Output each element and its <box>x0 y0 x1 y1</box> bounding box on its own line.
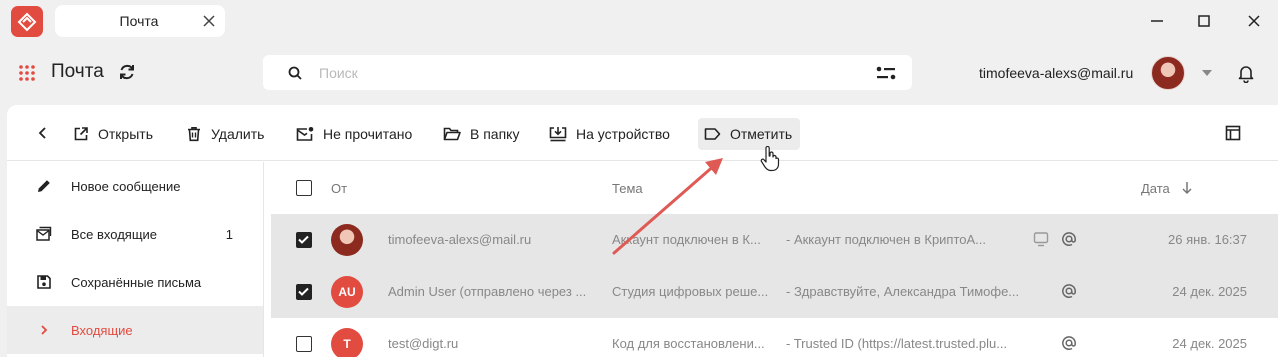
minimize-icon[interactable] <box>1145 9 1169 33</box>
at-sign-icon <box>1062 336 1076 350</box>
download-icon <box>549 127 567 142</box>
table-row[interactable]: T test@digt.ru Код для восстановлени... … <box>271 318 1278 357</box>
tag-icon <box>704 128 721 140</box>
mark-button[interactable]: Отметить <box>698 118 801 150</box>
preview: - Trusted ID (https://latest.trusted.plu… <box>786 336 1008 351</box>
chevron-down-icon[interactable] <box>1202 70 1212 76</box>
sender: Admin User (отправлено через ... <box>388 284 587 299</box>
close-tab-icon[interactable] <box>201 13 217 29</box>
sidebar-item-label: Сохранённые письма <box>71 275 202 290</box>
sidebar-item-saved[interactable]: Сохранённые письма <box>7 258 263 306</box>
title-bar: Почта <box>0 0 1278 42</box>
column-subject[interactable]: Тема <box>612 181 643 196</box>
bell-icon[interactable] <box>1236 63 1256 83</box>
to-folder-label: В папку <box>470 126 520 142</box>
user-avatar[interactable] <box>1151 56 1185 90</box>
chat-icon <box>1033 232 1049 247</box>
app-header: Почта timofeeva-alexs@mail.ru <box>0 42 1278 104</box>
chevron-right-icon <box>41 325 48 335</box>
main-panel: Открыть Удалить Не прочитано В папку На … <box>7 105 1278 357</box>
open-button[interactable]: Открыть <box>67 118 161 150</box>
sort-arrow-down-icon[interactable] <box>1181 181 1193 195</box>
sidebar-item-all-inbox[interactable]: Все входящие 1 <box>7 210 263 258</box>
at-sign-icon <box>1062 284 1076 298</box>
search-box[interactable] <box>263 55 912 90</box>
delete-button[interactable]: Удалить <box>180 118 272 150</box>
app-logo-icon <box>11 6 43 37</box>
date: 24 дек. 2025 <box>1172 284 1247 299</box>
close-icon[interactable] <box>1242 9 1266 33</box>
layout-toggle-icon[interactable] <box>1225 125 1241 141</box>
maximize-icon[interactable] <box>1192 9 1216 33</box>
subject: Студия цифровых реше... <box>612 284 769 299</box>
preview: - Здравствуйте, Александра Тимофе... <box>786 284 1020 299</box>
sender: test@digt.ru <box>388 336 459 351</box>
unread-count: 1 <box>225 227 233 242</box>
sidebar-item-label: Входящие <box>71 323 133 338</box>
date: 26 янв. 16:37 <box>1168 232 1247 247</box>
row-checkbox[interactable] <box>296 232 312 248</box>
date: 24 дек. 2025 <box>1172 336 1247 351</box>
message-list: От Тема Дата timofeeva-alexs@mail.ru Акк… <box>271 162 1278 357</box>
sidebar-item-label: Новое сообщение <box>71 179 181 194</box>
user-email[interactable]: timofeeva-alexs@mail.ru <box>979 65 1133 81</box>
check-icon <box>298 235 309 244</box>
row-checkbox[interactable] <box>296 284 312 300</box>
table-row[interactable]: AU Admin User (отправлено через ... Студ… <box>271 266 1278 318</box>
search-icon <box>288 66 302 80</box>
refresh-icon[interactable] <box>117 62 137 82</box>
mark-label: Отметить <box>730 126 793 142</box>
app-title: Почта <box>51 61 104 82</box>
mail-stack-icon <box>36 226 52 241</box>
search-input[interactable] <box>319 63 819 83</box>
at-sign-icon <box>1062 232 1076 246</box>
mail-unread-icon <box>296 127 314 141</box>
save-icon <box>37 275 51 289</box>
to-device-label: На устройство <box>576 126 670 142</box>
trash-icon <box>188 127 200 142</box>
column-date[interactable]: Дата <box>1141 181 1170 196</box>
sidebar-item-new-message[interactable]: Новое сообщение <box>7 162 263 210</box>
subject: Код для восстановлени... <box>612 336 765 351</box>
back-chevron-icon[interactable] <box>35 125 51 141</box>
open-label: Открыть <box>98 126 153 142</box>
sidebar: Новое сообщение Все входящие 1 Сохранённ… <box>7 162 263 357</box>
sender: timofeeva-alexs@mail.ru <box>388 232 532 247</box>
unread-label: Не прочитано <box>323 126 413 142</box>
open-external-icon <box>74 127 88 141</box>
select-all-checkbox[interactable] <box>296 180 312 196</box>
move-to-folder-button[interactable]: В папку <box>437 118 527 150</box>
sender-avatar: AU <box>331 276 363 308</box>
check-icon <box>298 287 309 296</box>
pencil-icon <box>38 180 50 192</box>
row-checkbox[interactable] <box>296 336 312 352</box>
delete-label: Удалить <box>211 126 265 142</box>
mark-unread-button[interactable]: Не прочитано <box>290 118 420 150</box>
panel-divider <box>263 162 264 357</box>
sender-avatar <box>331 224 363 256</box>
folder-icon <box>443 127 461 141</box>
filter-icon[interactable] <box>876 65 896 81</box>
tab-title: Почта <box>119 13 159 29</box>
column-from[interactable]: От <box>331 181 347 196</box>
browser-tab[interactable]: Почта <box>55 5 225 37</box>
toolbar: Открыть Удалить Не прочитано В папку На … <box>7 105 1278 161</box>
sender-avatar: T <box>331 328 363 357</box>
table-row[interactable]: timofeeva-alexs@mail.ru Аккаунт подключе… <box>271 214 1278 266</box>
sidebar-item-inbox[interactable]: Входящие <box>7 306 263 354</box>
hand-cursor-icon <box>760 146 780 172</box>
save-to-device-button[interactable]: На устройство <box>543 118 678 150</box>
apps-grid-icon[interactable] <box>18 64 36 82</box>
subject: Аккаунт подключен в К... <box>612 232 761 247</box>
preview: - Аккаунт подключен в КриптоА... <box>786 232 987 247</box>
sidebar-item-label: Все входящие <box>71 227 158 242</box>
